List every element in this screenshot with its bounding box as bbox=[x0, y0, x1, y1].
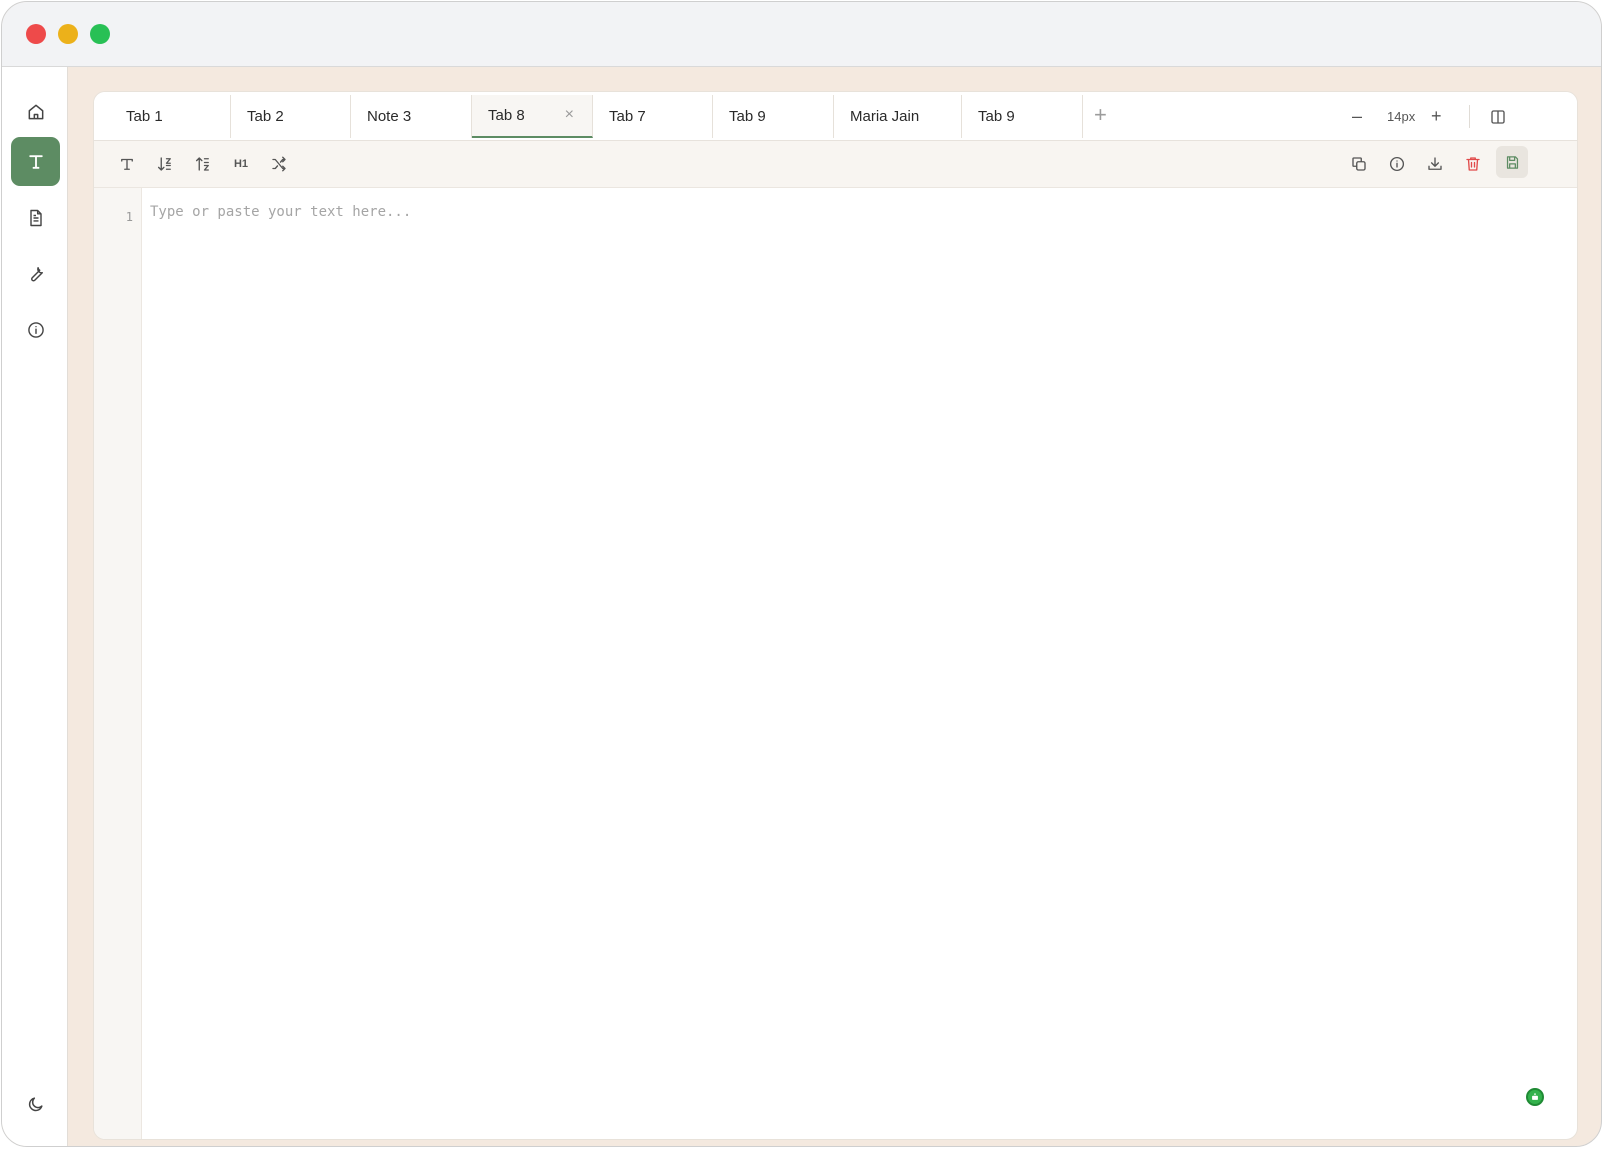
shuffle-icon[interactable] bbox=[268, 153, 290, 175]
split-view-icon[interactable] bbox=[1489, 108, 1507, 126]
tab-note-3[interactable]: Note 3 bbox=[351, 95, 472, 138]
tab-label: Tab 8 bbox=[488, 107, 525, 124]
format-toolbar: H1 bbox=[94, 141, 1577, 188]
font-size-value: 14px bbox=[1387, 109, 1416, 124]
editor: 1 bbox=[94, 188, 1577, 1139]
close-tab-icon[interactable]: × bbox=[565, 106, 574, 124]
tab-label: Tab 9 bbox=[978, 108, 1015, 125]
close-window-button[interactable] bbox=[26, 24, 46, 44]
tab-bar: Tab 1 Tab 2 Note 3 Tab 8 × Tab 7 Tab 9 M… bbox=[94, 92, 1577, 141]
editor-panel: Tab 1 Tab 2 Note 3 Tab 8 × Tab 7 Tab 9 M… bbox=[93, 91, 1578, 1140]
sort-desc-icon[interactable] bbox=[154, 153, 176, 175]
tab-7[interactable]: Tab 7 bbox=[593, 95, 713, 138]
text-format-icon[interactable] bbox=[116, 153, 138, 175]
line-number-gutter: 1 bbox=[94, 188, 142, 1139]
tab-label: Tab 9 bbox=[729, 108, 766, 125]
tab-8[interactable]: Tab 8 × bbox=[472, 95, 593, 138]
save-icon[interactable] bbox=[1496, 146, 1528, 178]
tab-9-second[interactable]: Tab 9 bbox=[962, 95, 1083, 138]
home-icon[interactable] bbox=[11, 87, 60, 136]
heading-icon[interactable]: H1 bbox=[230, 153, 252, 175]
status-indicator[interactable] bbox=[1526, 1088, 1544, 1106]
tab-label: Tab 2 bbox=[247, 108, 284, 125]
text-icon[interactable] bbox=[11, 137, 60, 186]
tab-1[interactable]: Tab 1 bbox=[110, 95, 231, 138]
info-icon[interactable] bbox=[11, 305, 60, 354]
divider bbox=[1469, 105, 1470, 128]
moon-icon[interactable] bbox=[11, 1079, 60, 1128]
add-tab-button[interactable]: + bbox=[1094, 104, 1107, 126]
line-number: 1 bbox=[125, 210, 133, 224]
text-editor-input[interactable] bbox=[150, 204, 1569, 1131]
app-window: Tab 1 Tab 2 Note 3 Tab 8 × Tab 7 Tab 9 M… bbox=[1, 1, 1602, 1147]
download-icon[interactable] bbox=[1424, 153, 1446, 175]
document-icon[interactable] bbox=[11, 193, 60, 242]
sort-asc-icon[interactable] bbox=[192, 153, 214, 175]
tab-2[interactable]: Tab 2 bbox=[231, 95, 351, 138]
wrench-icon[interactable] bbox=[11, 249, 60, 298]
copy-icon[interactable] bbox=[1348, 153, 1370, 175]
zoom-out-button[interactable]: – bbox=[1352, 92, 1362, 141]
sidebar bbox=[2, 67, 68, 1146]
tab-label: Note 3 bbox=[367, 108, 412, 125]
zoom-in-button[interactable]: + bbox=[1431, 92, 1442, 141]
tab-maria-jain[interactable]: Maria Jain bbox=[834, 95, 962, 138]
minimize-window-button[interactable] bbox=[58, 24, 78, 44]
maximize-window-button[interactable] bbox=[90, 24, 110, 44]
tab-label: Maria Jain bbox=[850, 108, 920, 125]
title-bar bbox=[2, 2, 1601, 67]
tab-label: Tab 7 bbox=[609, 108, 646, 125]
tab-9[interactable]: Tab 9 bbox=[713, 95, 834, 138]
tab-label: Tab 1 bbox=[126, 108, 163, 125]
delete-icon[interactable] bbox=[1462, 153, 1484, 175]
info-icon[interactable] bbox=[1386, 153, 1408, 175]
